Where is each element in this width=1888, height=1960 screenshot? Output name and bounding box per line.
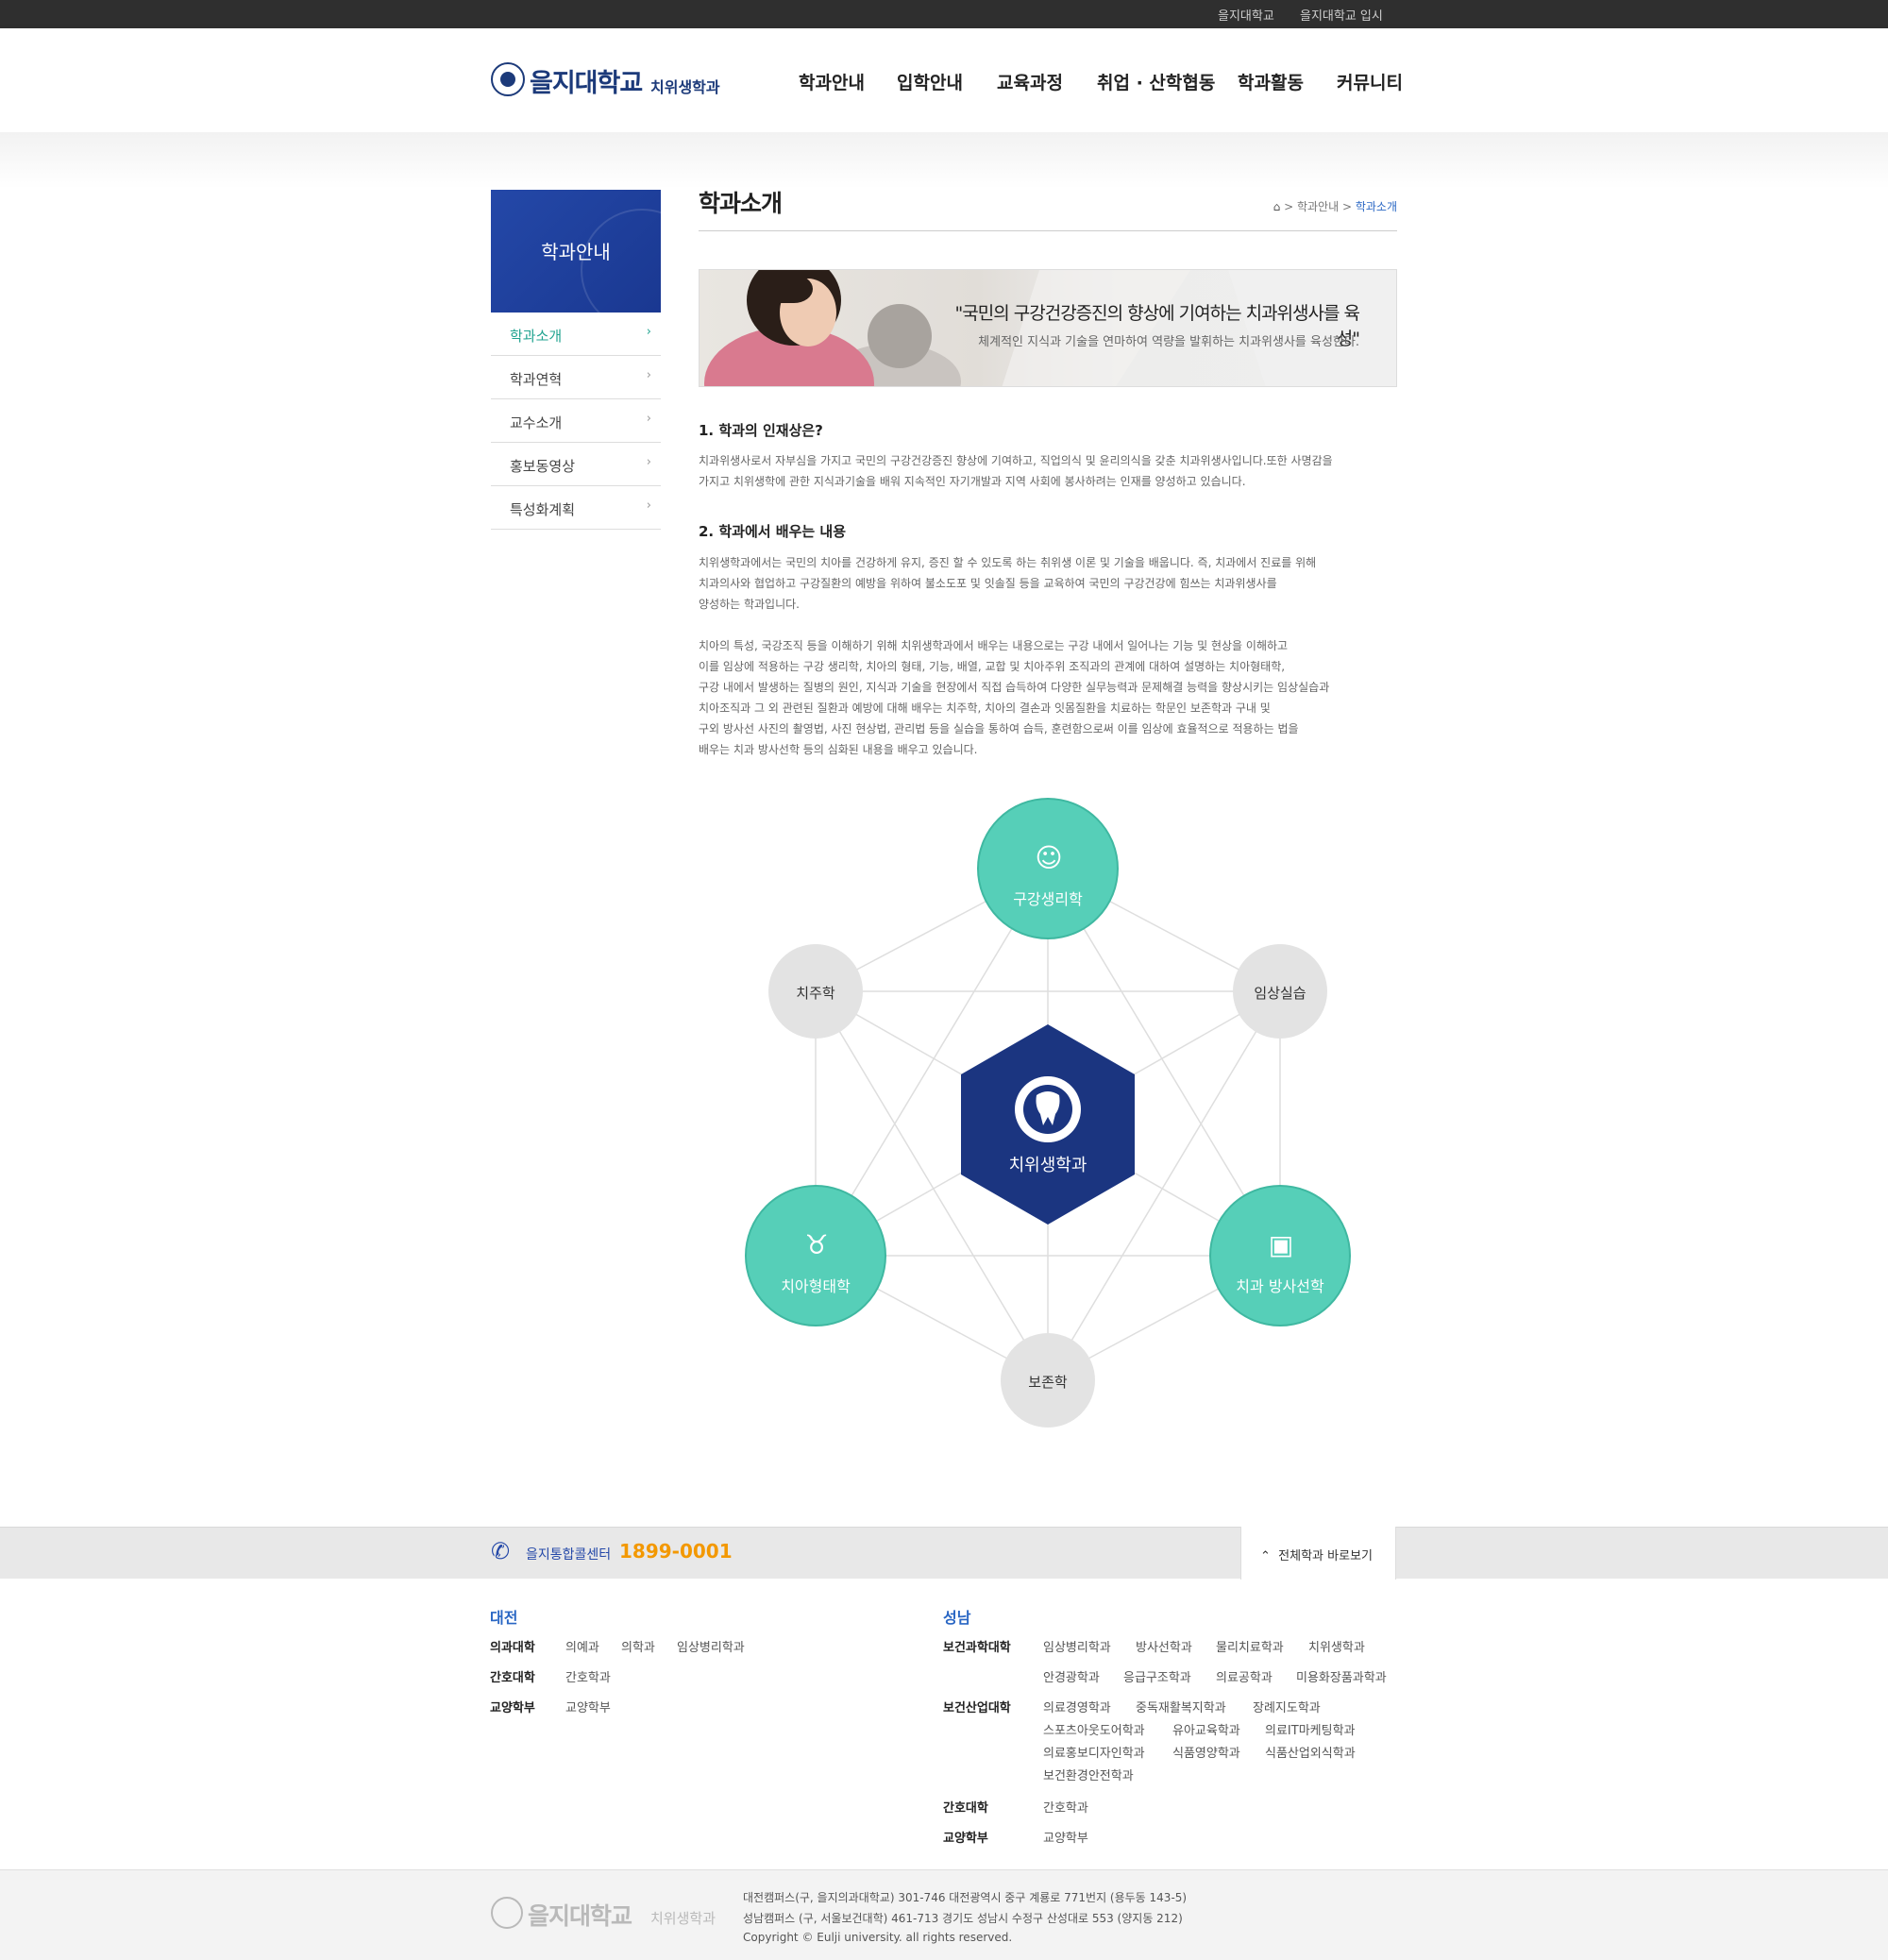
dept-link[interactable]: 의료공학과 [1216, 1667, 1273, 1685]
dept-link[interactable]: 간호학과 [565, 1667, 611, 1685]
sub-visual-gradient [0, 132, 1888, 189]
section-heading-learning: 2. 학과에서 배우는 내용 [699, 523, 847, 540]
address-daejeon: 대전캠퍼스(구, 을지의과대학교) 301-746 대전광역시 중구 계룡로 7… [743, 1891, 1188, 1904]
tooth-icon: ♉ [804, 1229, 829, 1260]
logo-university-name[interactable]: 을지대학교 [530, 62, 643, 99]
copyright: Copyright © Eulji university. all rights… [743, 1931, 1013, 1944]
dept-link[interactable]: 의료경영학과 [1043, 1698, 1111, 1715]
dept-link[interactable]: 보건환경안전학과 [1043, 1766, 1134, 1783]
dept-link[interactable]: 교양학부 [1043, 1828, 1088, 1846]
breadcrumb-item[interactable]: 학과안내 [1297, 200, 1339, 213]
nav-item-employment[interactable]: 취업 · 산학협동 [1097, 69, 1215, 94]
chevron-right-icon: › [646, 325, 651, 339]
dept-link[interactable]: 의예과 [565, 1637, 599, 1655]
chevron-right-icon: › [646, 455, 651, 469]
section-heading-talent: 1. 학과의 인재상은? [699, 422, 823, 439]
sidebar-item-professors[interactable]: 교수소개 › [491, 399, 661, 443]
sidebar-item-history[interactable]: 학과연혁 › [491, 356, 661, 399]
sidebar-title-box: 학과안내 [491, 190, 661, 313]
node-oral-physiology[interactable]: ☺ 구강생리학 [977, 798, 1119, 939]
chevron-right-icon: › [646, 368, 651, 382]
call-center-number[interactable]: 1899-0001 [619, 1540, 733, 1563]
college-nursing: 간호대학 [943, 1801, 988, 1816]
title-divider [699, 230, 1397, 231]
topbar-link-admissions[interactable]: 을지대학교 입시 [1300, 6, 1383, 24]
top-utility-bar: 을지대학교 을지대학교 입시 [0, 0, 1888, 28]
dept-link[interactable]: 치위생학과 [1308, 1637, 1365, 1655]
node-conservative-dentistry[interactable]: 보존학 [1001, 1333, 1095, 1428]
node-clinical-practice[interactable]: 임상실습 [1233, 944, 1327, 1039]
center-department-label: 치위생학과 [1008, 1156, 1087, 1175]
dept-link[interactable]: 의료IT마케팅학과 [1265, 1720, 1356, 1738]
footer-logo-dept: 치위생학과 [650, 1910, 716, 1927]
call-center-label: 을지통합콜센터 [526, 1547, 612, 1563]
phone-chat-icon: ✆ [491, 1538, 511, 1564]
page-title: 학과소개 [699, 190, 783, 217]
sidebar-item-intro[interactable]: 학과소개 › [491, 313, 661, 356]
nav-item-activities[interactable]: 학과활동 [1238, 69, 1304, 94]
nav-item-admission[interactable]: 입학안내 [897, 69, 963, 94]
college-nursing: 간호대학 [490, 1671, 535, 1685]
node-dental-morphology[interactable]: ♉ 치아형태학 [745, 1185, 886, 1326]
dept-link[interactable]: 중독재활복지학과 [1136, 1698, 1226, 1715]
university-emblem-icon[interactable] [491, 62, 525, 96]
xray-tooth-icon: ▣ [1268, 1229, 1294, 1260]
dept-link[interactable]: 유아교육학과 [1172, 1720, 1240, 1738]
college-liberal-arts: 교양학부 [490, 1701, 535, 1715]
sidebar-title: 학과안내 [541, 241, 611, 263]
footer-logo-name: 을지대학교 [528, 1902, 632, 1930]
banner-subtitle: 체계적인 지식과 기술을 연마하여 역량을 발휘하는 치과위생사를 육성한다. [978, 335, 1359, 349]
college-health-industry: 보건산업대학 [943, 1701, 1011, 1715]
nav-item-community[interactable]: 커뮤니티 [1337, 69, 1403, 94]
address-seongnam: 성남캠퍼스 (구, 서울보건대학) 461-713 경기도 성남시 수정구 산성… [743, 1912, 1183, 1925]
topbar-link-university[interactable]: 을지대학교 [1218, 6, 1274, 24]
node-dental-radiology[interactable]: ▣ 치과 방사선학 [1209, 1185, 1351, 1326]
region-seongnam: 성남 [943, 1609, 971, 1627]
dept-link[interactable]: 임상병리학과 [1043, 1637, 1111, 1655]
dept-link[interactable]: 교양학부 [565, 1698, 611, 1715]
section-body-learning-1: 치위생학과에서는 국민의 치아를 건강하게 유지, 증진 할 수 있도록 하는 … [699, 556, 1317, 611]
logo-department-name[interactable]: 치위생학과 [650, 75, 720, 97]
chevron-up-icon: ⌃ [1260, 1549, 1271, 1563]
section-body-learning-2: 치아의 특성, 국강조직 등을 이해하기 위해 치위생학과에서 배우는 내용으로… [699, 639, 1330, 756]
dept-link[interactable]: 안경광학과 [1043, 1667, 1100, 1685]
home-icon[interactable]: ⌂ [1273, 200, 1281, 213]
dept-link[interactable]: 미용화장품과학과 [1296, 1667, 1387, 1685]
curriculum-diagram: ☺ 구강생리학 임상실습 ▣ 치과 방사선학 보존학 ♉ 치아형태학 치주학 [699, 784, 1397, 1445]
footer-callbar [0, 1527, 1888, 1579]
breadcrumb: ⌂ > 학과안내 > 학과소개 [1273, 200, 1397, 213]
dept-link[interactable]: 응급구조학과 [1123, 1667, 1191, 1685]
college-health-science: 보건과학대학 [943, 1641, 1011, 1655]
nav-item-department[interactable]: 학과안내 [799, 69, 865, 94]
dept-link[interactable]: 의학과 [621, 1637, 655, 1655]
node-periodontology[interactable]: 치주학 [768, 944, 863, 1039]
sidebar-item-promo-video[interactable]: 홍보동영상 › [491, 443, 661, 486]
section-body-talent: 치과위생사로서 자부심을 가지고 국민의 구강건강증진 향상에 기여하고, 직업… [699, 454, 1333, 488]
all-departments-button[interactable]: ⌃ 전체학과 바로보기 [1240, 1527, 1396, 1580]
breadcrumb-current[interactable]: 학과소개 [1356, 200, 1397, 213]
dept-link[interactable]: 의료홍보디자인학과 [1043, 1743, 1145, 1761]
chevron-right-icon: › [646, 498, 651, 513]
dept-link[interactable]: 임상병리학과 [677, 1637, 745, 1655]
college-liberal-arts: 교양학부 [943, 1832, 988, 1846]
dept-link[interactable]: 물리치료학과 [1216, 1637, 1284, 1655]
footer-emblem-icon [491, 1897, 523, 1929]
dept-link[interactable]: 식품산업외식학과 [1265, 1743, 1356, 1761]
region-daejeon: 대전 [490, 1609, 518, 1627]
sidebar-item-specialization[interactable]: 특성화계획 › [491, 486, 661, 530]
nav-item-curriculum[interactable]: 교육과정 [997, 69, 1063, 94]
college-medicine: 의과대학 [490, 1641, 535, 1655]
dept-link[interactable]: 방사선학과 [1136, 1637, 1192, 1655]
dept-link[interactable]: 스포츠아웃도어학과 [1043, 1720, 1145, 1738]
dept-link[interactable]: 식품영양학과 [1172, 1743, 1240, 1761]
dept-link[interactable]: 간호학과 [1043, 1798, 1088, 1816]
dept-link[interactable]: 장례지도학과 [1253, 1698, 1321, 1715]
head-profile-icon: ☺ [1035, 842, 1063, 873]
chevron-right-icon: › [646, 412, 651, 426]
